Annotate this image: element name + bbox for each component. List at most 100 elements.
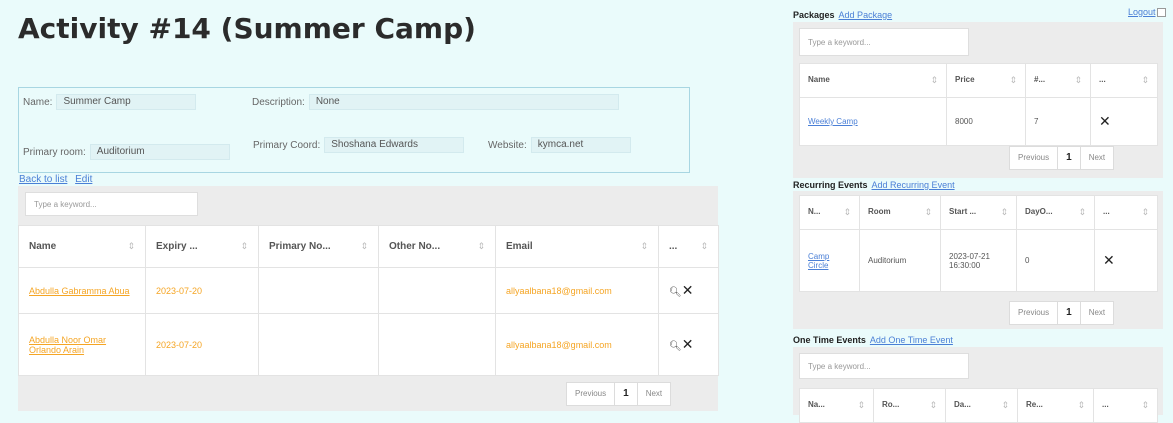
column-header-count[interactable]: #... ⇕ [1025, 63, 1091, 98]
sort-arrows-icon: ⇕ [929, 400, 937, 410]
one-time-events-search-input[interactable]: Type a keyword... [799, 353, 969, 379]
column-header-start[interactable]: Start ... ⇕ [940, 195, 1017, 230]
column-header-name[interactable]: Name ⇕ [799, 63, 947, 98]
row-actions: ✕ [1090, 97, 1158, 146]
column-header-price[interactable]: Price ⇕ [946, 63, 1026, 98]
edit-link[interactable]: Edit [75, 174, 92, 185]
recurring-event-start: 2023-07-21 16:30:00 [940, 229, 1017, 292]
close-icon[interactable]: ✕ [682, 282, 694, 298]
one-time-events-heading: One Time Events Add One Time Event [793, 335, 953, 345]
current-page-button[interactable]: 1 [1058, 147, 1081, 169]
recurring-event-room: Auditorium [859, 229, 941, 292]
column-header-email[interactable]: Email ⇕ [495, 225, 659, 268]
column-header-actions[interactable]: ... ⇕ [1094, 195, 1158, 230]
column-header-day-of[interactable]: DayO... ⇕ [1016, 195, 1095, 230]
column-header-name[interactable]: N... ⇕ [799, 195, 860, 230]
magnifier-icon[interactable]: 🔍︎ [669, 341, 682, 352]
sort-arrows-icon: ⇕ [1141, 207, 1149, 217]
add-package-link[interactable]: Add Package [839, 10, 893, 20]
broken-image-icon [1156, 8, 1166, 18]
participants-table-wrap: Name ⇕ Expiry ... ⇕ Primary No... ⇕ Other N… [18, 225, 719, 376]
close-icon[interactable]: ✕ [1099, 113, 1111, 129]
recurring-table-wrap: N... ⇕ Room ⇕ Start ... ⇕ DayO... ⇕ ... ⇕ Cam… [799, 195, 1158, 292]
previous-page-button[interactable]: Previous [1010, 147, 1059, 169]
participant-expiry: 2023-07-20 [145, 267, 259, 314]
participant-other-number [378, 313, 496, 376]
primary-coord-label: Primary Coord: [253, 139, 321, 151]
column-header-primary-number[interactable]: Primary No... ⇕ [258, 225, 379, 268]
recurring-events-panel: N... ⇕ Room ⇕ Start ... ⇕ DayO... ⇕ ... ⇕ Cam… [793, 191, 1163, 329]
column-header-actions[interactable]: ... ⇕ [658, 225, 719, 268]
participant-other-number [378, 267, 496, 314]
close-icon[interactable]: ✕ [1103, 252, 1115, 268]
sort-arrows-icon: ⇕ [1009, 75, 1017, 85]
recurring-events-title: Recurring Events [793, 180, 868, 190]
recurring-event-name-link[interactable]: Camp Circle [808, 252, 829, 270]
recurring-header-row: N... ⇕ Room ⇕ Start ... ⇕ DayO... ⇕ ... ⇕ [799, 195, 1158, 230]
packages-search-input[interactable]: Type a keyword... [799, 28, 969, 56]
primary-room-label: Primary room: [23, 146, 86, 158]
sort-arrows-icon: ⇕ [1141, 75, 1149, 85]
next-page-button[interactable]: Next [1081, 302, 1113, 324]
sort-arrows-icon: ⇕ [360, 241, 368, 251]
package-price: 8000 [946, 97, 1026, 146]
recurring-pagination: Previous 1 Next [1009, 301, 1115, 325]
description-field: Description: None [252, 94, 619, 110]
current-page-button[interactable]: 1 [1058, 302, 1081, 324]
current-page-button[interactable]: 1 [615, 383, 638, 405]
column-header-actions[interactable]: ... ⇕ [1093, 388, 1158, 423]
participant-primary-number [258, 313, 379, 376]
one-time-events-table: Na... ⇕ Ro... ⇕ Da... ⇕ Re... ⇕ ... ⇕ [799, 388, 1158, 423]
table-row: Camp Circle Auditorium 2023-07-21 16:30:… [799, 229, 1158, 292]
magnifier-icon[interactable]: 🔍︎ [669, 287, 682, 298]
packages-table: Name ⇕ Price ⇕ #... ⇕ ... ⇕ Weekly Camp 8000… [799, 63, 1158, 146]
column-header-room[interactable]: Ro... ⇕ [873, 388, 946, 423]
recurring-event-day-of: 0 [1016, 229, 1095, 292]
back-to-list-link[interactable]: Back to list [19, 174, 67, 185]
column-header-actions[interactable]: ... ⇕ [1090, 63, 1158, 98]
column-header-room[interactable]: Room ⇕ [859, 195, 941, 230]
sort-arrows-icon: ⇕ [1000, 207, 1008, 217]
packages-heading: Packages Add Package [793, 10, 892, 20]
sort-arrows-icon: ⇕ [1077, 400, 1085, 410]
participant-name-link[interactable]: Abdulla Noor Omar Orlando Arain [29, 335, 106, 355]
previous-page-button[interactable]: Previous [1010, 302, 1059, 324]
participant-expiry: 2023-07-20 [145, 313, 259, 376]
logout-link[interactable]: Logout [1128, 7, 1156, 17]
packages-header-row: Name ⇕ Price ⇕ #... ⇕ ... ⇕ [799, 63, 1158, 98]
sort-arrows-icon: ⇕ [477, 241, 485, 251]
detail-links: Back to list Edit [19, 174, 97, 185]
packages-title: Packages [793, 10, 835, 20]
participant-name-link[interactable]: Abdulla Gabramma Abua [29, 286, 130, 296]
logout-area: Logout [1128, 7, 1166, 18]
package-name-link[interactable]: Weekly Camp [808, 117, 858, 126]
table-row: Abdulla Gabramma Abua 2023-07-20 allyaal… [18, 267, 719, 314]
participant-email: allyaalbana18@gmail.com [495, 267, 659, 314]
row-actions: 🔍︎✕ [658, 313, 719, 376]
primary-room-field: Primary room: Auditorium [23, 144, 230, 160]
column-header-name[interactable]: Na... ⇕ [799, 388, 874, 423]
next-page-button[interactable]: Next [638, 383, 670, 405]
column-header-name[interactable]: Name ⇕ [18, 225, 146, 268]
package-count: 7 [1025, 97, 1091, 146]
add-one-time-event-link[interactable]: Add One Time Event [870, 335, 953, 345]
packages-panel: Type a keyword... Name ⇕ Price ⇕ #... ⇕ ...… [793, 22, 1163, 178]
close-icon[interactable]: ✕ [682, 336, 694, 352]
participants-panel: Type a keyword... Name ⇕ Expiry ... ⇕ Prim… [18, 186, 719, 411]
previous-page-button[interactable]: Previous [567, 383, 616, 405]
next-page-button[interactable]: Next [1081, 147, 1113, 169]
add-recurring-event-link[interactable]: Add Recurring Event [872, 180, 955, 190]
sort-arrows-icon: ⇕ [857, 400, 865, 410]
sort-arrows-icon: ⇕ [924, 207, 932, 217]
table-row: Abdulla Noor Omar Orlando Arain 2023-07-… [18, 313, 719, 376]
participant-primary-number [258, 267, 379, 314]
name-field: Name: Summer Camp [23, 94, 197, 110]
column-header-expiry[interactable]: Expiry ... ⇕ [145, 225, 259, 268]
column-header-other-number[interactable]: Other No... ⇕ [378, 225, 496, 268]
participants-search-input[interactable]: Type a keyword... [25, 192, 198, 216]
sort-arrows-icon: ⇕ [930, 75, 938, 85]
column-header-date[interactable]: Da... ⇕ [945, 388, 1018, 423]
name-label: Name: [23, 96, 53, 108]
one-time-header-row: Na... ⇕ Ro... ⇕ Da... ⇕ Re... ⇕ ... ⇕ [799, 388, 1158, 423]
column-header-recurring[interactable]: Re... ⇕ [1017, 388, 1094, 423]
